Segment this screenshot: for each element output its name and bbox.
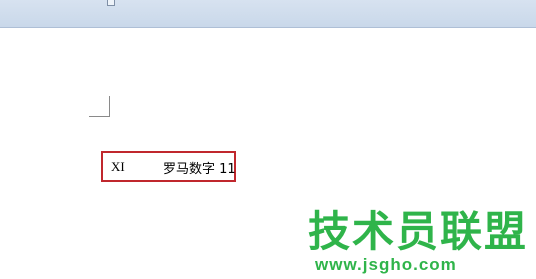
watermark-url: www.jsgho.com (315, 255, 457, 274)
watermark-title: 技术员联盟 (308, 207, 529, 256)
highlighted-text-box: XI 罗马数字 11 (101, 151, 236, 182)
description-text: 罗马数字 11 (163, 162, 236, 177)
indent-marker-icon[interactable] (107, 0, 115, 6)
page-margin-corner-mark (89, 96, 110, 117)
site-watermark: 技术员联盟 www.jsgho.com (305, 205, 536, 279)
ribbon-strip (0, 0, 536, 28)
roman-numeral-text: XI (111, 159, 125, 174)
